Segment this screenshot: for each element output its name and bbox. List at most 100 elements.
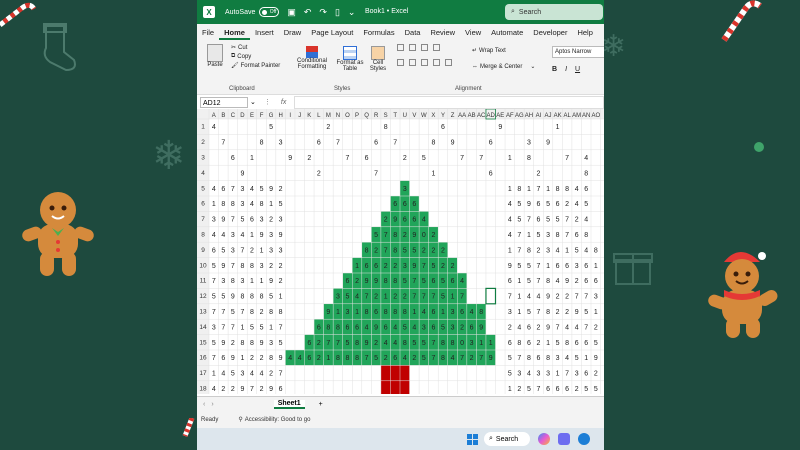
cell-value[interactable]: 1: [546, 186, 550, 193]
cell-value[interactable]: 7: [231, 217, 235, 224]
cell-value[interactable]: 7: [460, 155, 464, 162]
cell-value[interactable]: 4: [508, 232, 512, 239]
column-header[interactable]: F: [260, 113, 264, 119]
cell-value[interactable]: 6: [508, 340, 512, 347]
cell-value[interactable]: 5: [212, 294, 216, 301]
column-header[interactable]: N: [336, 113, 340, 119]
cell-value[interactable]: 8: [403, 309, 407, 316]
cell-value[interactable]: 8: [517, 340, 521, 347]
underline-button[interactable]: U: [575, 66, 580, 73]
cell-value[interactable]: 5: [412, 247, 416, 254]
cell-value[interactable]: 6: [584, 278, 588, 285]
cell-value[interactable]: 2: [326, 124, 330, 131]
cell-value[interactable]: 3: [575, 371, 579, 378]
cell-value[interactable]: 8: [546, 355, 550, 362]
cell-value[interactable]: 6: [556, 201, 560, 208]
cell-value[interactable]: 2: [260, 309, 264, 316]
tab-automate[interactable]: Automate: [486, 28, 528, 40]
cell-value[interactable]: 8: [565, 186, 569, 193]
cell-value[interactable]: 6: [546, 386, 550, 393]
cell-value[interactable]: 4: [221, 232, 225, 239]
windows-start-icon[interactable]: [467, 433, 478, 445]
cell-value[interactable]: 9: [365, 278, 369, 285]
cell-value[interactable]: 9: [451, 140, 455, 147]
tab-developer[interactable]: Developer: [528, 28, 572, 40]
cell-value[interactable]: 3: [260, 263, 264, 270]
cell-value[interactable]: 4: [298, 355, 302, 362]
save-icon[interactable]: ▣: [287, 7, 296, 18]
cell-value[interactable]: 4: [412, 324, 416, 331]
column-header[interactable]: Z: [451, 113, 455, 119]
column-header[interactable]: Y: [441, 113, 445, 119]
cell-value[interactable]: 7: [479, 355, 483, 362]
cell-value[interactable]: 7: [326, 340, 330, 347]
cell-value[interactable]: 9: [546, 294, 550, 301]
cell-value[interactable]: 9: [479, 324, 483, 331]
sheet-tab-sheet1[interactable]: Sheet1: [273, 399, 305, 409]
row-header[interactable]: 12: [199, 293, 207, 300]
cell-value[interactable]: 4: [451, 355, 455, 362]
cell-value[interactable]: 6: [317, 324, 321, 331]
cell-value[interactable]: 3: [470, 340, 474, 347]
cell-value[interactable]: 8: [393, 278, 397, 285]
cell-value[interactable]: 8: [355, 355, 359, 362]
align-middle-icon[interactable]: [409, 44, 416, 51]
cell-value[interactable]: 3: [240, 186, 244, 193]
cell-value[interactable]: 2: [279, 186, 283, 193]
column-header[interactable]: C: [231, 113, 236, 119]
cell-value[interactable]: 1: [508, 186, 512, 193]
cell-value[interactable]: 8: [546, 309, 550, 316]
cell-value[interactable]: 4: [393, 324, 397, 331]
redo-icon[interactable]: ↷: [319, 7, 327, 18]
row-header[interactable]: 18: [199, 386, 207, 393]
cell-value[interactable]: 5: [556, 340, 560, 347]
cell-value[interactable]: 2: [451, 263, 455, 270]
column-header[interactable]: AA: [458, 113, 466, 119]
cell-value[interactable]: 2: [441, 263, 445, 270]
cell-value[interactable]: 8: [441, 340, 445, 347]
cell-value[interactable]: 5: [403, 324, 407, 331]
decrease-indent-icon[interactable]: [433, 59, 440, 66]
status-accessibility[interactable]: Accessibility: Good to go: [245, 417, 311, 423]
cell-value[interactable]: 1: [336, 309, 340, 316]
merge-center-button[interactable]: ⇔ Merge & Center ⌄: [472, 61, 535, 72]
cell-value[interactable]: 9: [231, 355, 235, 362]
tab-data[interactable]: Data: [400, 28, 426, 40]
cell-value[interactable]: 9: [508, 263, 512, 270]
cell-value[interactable]: 8: [365, 309, 369, 316]
cell-value[interactable]: 5: [279, 340, 283, 347]
cell-value[interactable]: 5: [527, 278, 531, 285]
cell-value[interactable]: 4: [565, 355, 569, 362]
widget-icon[interactable]: [558, 433, 570, 445]
cell-value[interactable]: 4: [584, 247, 588, 254]
cell-value[interactable]: 9: [575, 309, 579, 316]
align-left-icon[interactable]: [397, 59, 404, 66]
cell-value[interactable]: 1: [260, 247, 264, 254]
bold-button[interactable]: B: [552, 66, 557, 73]
cell-value[interactable]: 1: [451, 294, 455, 301]
cell-value[interactable]: 1: [260, 278, 264, 285]
align-center-icon[interactable]: [409, 59, 416, 66]
cell-value[interactable]: 4: [575, 186, 579, 193]
cell-value[interactable]: 8: [231, 201, 235, 208]
cell-value[interactable]: 3: [260, 217, 264, 224]
cell-value[interactable]: 2: [317, 170, 321, 177]
cell-value[interactable]: 7: [279, 371, 283, 378]
cell-value[interactable]: 6: [556, 386, 560, 393]
cell-value[interactable]: 3: [346, 309, 350, 316]
new-document-icon[interactable]: ▯: [335, 7, 340, 18]
autosave-toggle[interactable]: Off: [259, 7, 280, 17]
cell-value[interactable]: 4: [527, 371, 531, 378]
cell-value[interactable]: 5: [537, 232, 541, 239]
cell-value[interactable]: 4: [384, 340, 388, 347]
cell-value[interactable]: 6: [537, 355, 541, 362]
copy-button[interactable]: ⧉ Copy: [231, 53, 280, 60]
cell-value[interactable]: 6: [317, 140, 321, 147]
cell-value[interactable]: 3: [279, 247, 283, 254]
cell-value[interactable]: 4: [575, 324, 579, 331]
cell-value[interactable]: 2: [260, 355, 264, 362]
column-header[interactable]: M: [326, 113, 331, 119]
cell-value[interactable]: 8: [346, 355, 350, 362]
cell-value[interactable]: 5: [517, 263, 521, 270]
cell-value[interactable]: 1: [355, 309, 359, 316]
